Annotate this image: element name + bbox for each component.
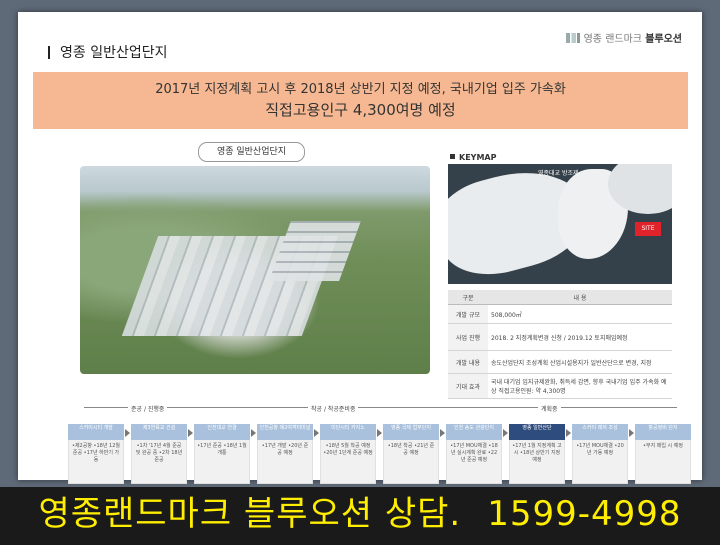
timeline-step: 항공정비 단지 •부지 매입 시 예정 <box>635 424 691 484</box>
table-header: 내 용 <box>488 290 672 305</box>
banner-line-2: 직접고용인구 4,300여명 예정 <box>265 101 456 119</box>
timeline-step: 스카이시티 개발 •제2공항 •18년 12월 준공 •17년 하반기 가동 <box>68 424 124 484</box>
timeline-arrow-icon <box>125 429 130 437</box>
table-row: 개발 내용 송도산업단지 조성계획 산업시설용지가 일반산단으로 변경, 지정 <box>448 350 672 374</box>
timeline-step: 인천대교 연결 •17년 준공 •18년 1월 개통 <box>194 424 250 484</box>
table-row: 사업 진행 2018. 2 지정계획변경 신청 / 2019.12 토지매입예정 <box>448 323 672 351</box>
timeline-step: 영종 국제 업무단지 •18년 착공 •21년 준공 예정 <box>383 424 439 484</box>
row-value: 2018. 2 지정계획변경 신청 / 2019.12 토지매입예정 <box>488 323 672 351</box>
timeline-step: 인천 송도 관광단지 •17년 MOU체결 •18년 실시계획 완료 •22년 준… <box>446 424 502 484</box>
title-bar <box>48 46 50 59</box>
headline-banner: 2017년 지정계획 고시 후 2018년 상반기 지정 예정, 국내기업 입주… <box>33 72 688 129</box>
timeline-arrow-icon <box>629 429 634 437</box>
keymap-top-label: 영종대교 방조제 <box>538 170 579 177</box>
info-table: 구분 내 용 개발 규모 508,000㎡ 사업 진행 2018. 2 지정계획변경 … <box>448 290 672 399</box>
keymap: 영종대교 방조제 SITE <box>448 164 672 284</box>
footer-contact: 영종랜드마크 블루오션 상담. 1599-4998 <box>0 485 720 543</box>
timeline-step: 제3연륙교 건설 •1차 '17년 4월 준공 및 완공 중 •2차 18년 준공 <box>131 424 187 484</box>
timeline-step-body: •17년 개발 •20년 준공 예정 <box>257 440 313 484</box>
timeline-step-body: •18년 착공 •21년 준공 예정 <box>383 440 439 484</box>
timeline-step-body: •17년 MOU체결 •20년 가동 예정 <box>572 440 628 484</box>
table-row: 기대 효과 국내 대기업 입지규제완화, 취득세 감면, 향후 국내기업 입주 가… <box>448 373 672 399</box>
row-key: 개발 규모 <box>448 304 488 324</box>
keymap-label: KEYMAP <box>450 153 496 162</box>
timeline-step-body: •17년 1월 지정계획 고시 •18년 상반기 지정 예정 <box>509 440 565 484</box>
page-title: 영종 일반산업단지 <box>48 42 168 62</box>
footer-text: 영종랜드마크 블루오션 상담. <box>38 494 462 534</box>
timeline-step-title: 미단시티 카지노 <box>320 424 376 440</box>
phase-label-construction: 착공 / 착공준비중 <box>308 404 359 413</box>
phase-label-planned: 계획중 <box>538 404 561 413</box>
timeline-step-title: 제3연륙교 건설 <box>131 424 187 440</box>
timeline-arrow-icon <box>314 429 319 437</box>
timeline-arrow-icon <box>188 429 193 437</box>
timeline-step: 영종 일반산단 •17년 1월 지정계획 고시 •18년 상반기 지정 예정 <box>509 424 565 484</box>
industrial-complex-render-2 <box>269 221 361 281</box>
timeline-arrow-icon <box>566 429 571 437</box>
timeline-step-title: 인천공항 제2여객터미널 <box>257 424 313 440</box>
building-icon <box>565 33 580 43</box>
timeline-step-title: 인천대교 연결 <box>194 424 250 440</box>
timeline-step-body: •제2공항 •18년 12월 준공 •17년 하반기 가동 <box>68 440 124 484</box>
timeline-step-title: 항공정비 단지 <box>635 424 691 440</box>
timeline-arrow-icon <box>503 429 508 437</box>
page-title-text: 영종 일반산업단지 <box>60 45 168 61</box>
site-marker: SITE <box>635 222 661 236</box>
timeline-step-body: •17년 준공 •18년 1월 개통 <box>194 440 250 484</box>
timeline-step-title: 인천 송도 관광단지 <box>446 424 502 440</box>
document-sheet: 영종 랜드마크 블루오션 영종 일반산업단지 2017년 지정계획 고시 후 2… <box>18 12 702 484</box>
timeline-step: 인천공항 제2여객터미널 •17년 개발 •20년 준공 예정 <box>257 424 313 484</box>
brand-name-bold: 블루오션 <box>645 34 682 45</box>
row-key: 사업 진행 <box>448 323 488 351</box>
row-key: 기대 효과 <box>448 373 488 399</box>
banner-line-1: 2017년 지정계획 고시 후 2018년 상반기 지정 예정, 국내기업 입주… <box>155 82 566 97</box>
timeline-step-body: •부지 매입 시 예정 <box>635 440 691 484</box>
brand-name-light: 영종 랜드마크 <box>583 34 642 45</box>
timeline-step-title: 스카이시티 개발 <box>68 424 124 440</box>
timeline-arrow-icon <box>377 429 382 437</box>
phase-label-completed: 준공 / 진행중 <box>128 404 168 413</box>
timeline-step: 미단시티 카지노 •18년 5월 착공 예정 •20년 1단계 준공 예정 <box>320 424 376 484</box>
footer-phone: 1599-4998 <box>487 494 682 534</box>
table-header: 구분 <box>448 290 488 305</box>
row-key: 개발 내용 <box>448 350 488 374</box>
aerial-caption: 영종 일반산업단지 <box>198 142 305 162</box>
timeline-line <box>84 407 677 408</box>
timeline-step: 스카이 레저 조성 •17년 MOU체결 •20년 가동 예정 <box>572 424 628 484</box>
brand-logo: 영종 랜드마크 블루오션 <box>565 30 682 45</box>
timeline-arrow-icon <box>251 429 256 437</box>
table-row: 개발 규모 508,000㎡ <box>448 304 672 324</box>
timeline-arrow-icon <box>440 429 445 437</box>
timeline-step-body: •1차 '17년 4월 준공 및 완공 중 •2차 18년 준공 <box>131 440 187 484</box>
timeline-step-body: •17년 MOU체결 •18년 실시계획 완료 •22년 준공 예정 <box>446 440 502 484</box>
timeline-step-title: 스카이 레저 조성 <box>572 424 628 440</box>
aerial-render: 영종 일반산업단지 <box>68 142 433 377</box>
row-value: 국내 대기업 입지규제완화, 취득세 감면, 향후 국내기업 입주 가속화 예상… <box>488 373 672 399</box>
aerial-image <box>80 166 430 374</box>
row-value: 송도산업단지 조성계획 산업시설용지가 일반산단으로 변경, 지정 <box>488 350 672 374</box>
bullet-square-icon <box>450 154 455 159</box>
row-value: 508,000㎡ <box>488 304 672 324</box>
timeline-step-title: 영종 일반산단 <box>509 424 565 440</box>
timeline-step-title: 영종 국제 업무단지 <box>383 424 439 440</box>
timeline-step-body: •18년 5월 착공 예정 •20년 1단계 준공 예정 <box>320 440 376 484</box>
